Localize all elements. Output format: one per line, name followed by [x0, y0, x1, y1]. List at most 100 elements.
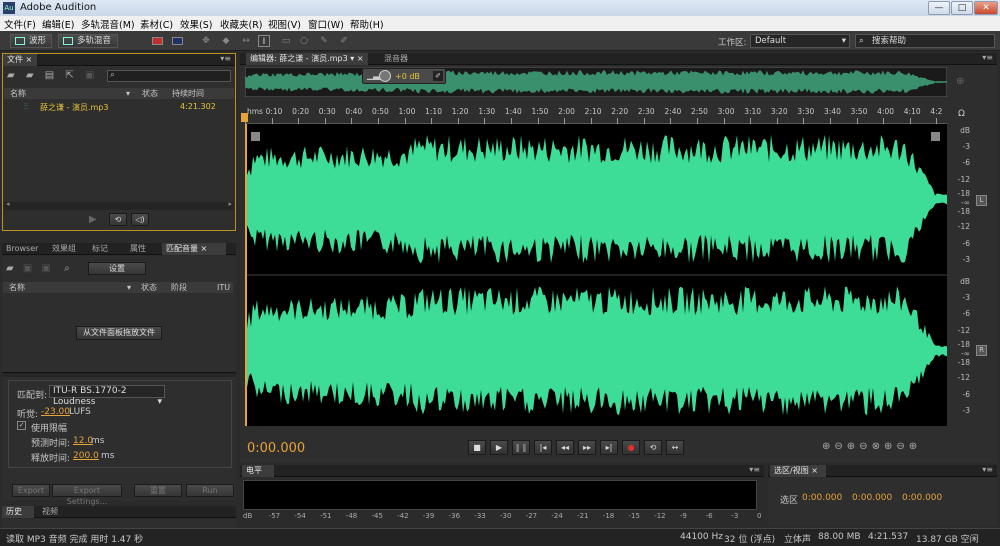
folder-open-icon[interactable]: ▰	[7, 70, 15, 81]
minimize-button[interactable]: —	[928, 1, 950, 15]
export-settings-button[interactable]: Export Settings...	[52, 484, 122, 506]
tab-mixer[interactable]: 混音器	[380, 53, 412, 65]
gain-knob[interactable]	[379, 70, 391, 82]
insert-icon[interactable]: ⇱	[65, 70, 73, 81]
settings-button[interactable]: 设置	[88, 262, 146, 275]
search-icon[interactable]: ⌕	[64, 263, 70, 274]
brush-tool-icon[interactable]: ✎	[318, 35, 330, 47]
zoom-in-point-icon[interactable]: ⊕	[884, 441, 896, 452]
tab-effects-rack[interactable]: 效果组	[48, 243, 80, 255]
spectral-frequency-icon[interactable]	[152, 37, 163, 45]
go-to-start-button[interactable]: |◂	[534, 440, 552, 455]
tab-editor[interactable]: 编辑器: 薛之谦 - 演员.mp3 ▾ ×	[246, 53, 368, 65]
workspace-select[interactable]: Default ▾	[750, 34, 850, 48]
panel-menu-icon[interactable]: ▾≡	[982, 53, 993, 62]
fast-forward-button[interactable]: ▸▸	[578, 440, 596, 455]
playhead-marker[interactable]	[241, 113, 248, 122]
panel-menu-icon[interactable]: ▾≡	[982, 465, 993, 474]
time-selection-tool-icon[interactable]: I	[258, 35, 270, 47]
autoplay-icon[interactable]: ◁)	[131, 213, 149, 226]
selection-start-value[interactable]: 0:00.000	[802, 493, 842, 503]
menu-clip[interactable]: 素材(C)	[140, 17, 173, 31]
zoom-out-time-icon[interactable]: ⊖	[859, 441, 871, 452]
spectral-pitch-icon[interactable]	[172, 37, 183, 45]
overview-waveform[interactable]	[245, 67, 947, 97]
run-button[interactable]: Run	[186, 484, 234, 497]
loop-playback-button[interactable]: ⟲	[644, 440, 662, 455]
loudness-value[interactable]: -23.00	[41, 407, 70, 417]
waveform-view-button[interactable]: 波形	[10, 34, 52, 48]
waveform-display[interactable]	[245, 124, 947, 426]
multitrack-view-button[interactable]: 多轨混音	[58, 34, 118, 48]
play-icon[interactable]: ▶	[89, 214, 97, 225]
menu-window[interactable]: 窗口(W)	[308, 17, 344, 31]
horizontal-scrollbar[interactable]: ◂ ▸	[4, 200, 234, 210]
tab-match-volume[interactable]: 匹配音量 ×	[162, 243, 226, 255]
channel-L-label[interactable]: L	[976, 195, 987, 206]
skip-selection-button[interactable]: ↔	[666, 440, 684, 455]
selection-end-value[interactable]: 0:00.000	[852, 493, 892, 503]
panel-menu-icon[interactable]: ▾≡	[749, 465, 760, 474]
reset-button[interactable]: 重置	[134, 484, 182, 497]
zoom-out-point-icon[interactable]: ⊖	[896, 441, 908, 452]
delete-icon[interactable]: ▣	[85, 70, 94, 81]
tab-history[interactable]: 历史 ×	[2, 506, 34, 528]
pin-icon[interactable]: ✐	[433, 71, 443, 81]
menu-help[interactable]: 帮助(H)	[350, 17, 384, 31]
menu-view[interactable]: 视图(V)	[268, 17, 301, 31]
tab-video[interactable]: 视频	[38, 506, 62, 518]
razor-tool-icon[interactable]: ◆	[220, 35, 232, 47]
headphones-icon[interactable]: Ω	[958, 109, 965, 119]
use-limiting-checkbox[interactable]: ✓	[17, 421, 26, 430]
zoom-in-amplitude-icon[interactable]: ⊕	[822, 441, 834, 452]
zoom-navigator-icon[interactable]: ⊕	[956, 76, 964, 87]
go-to-end-button[interactable]: ▸|	[600, 440, 618, 455]
menu-effects[interactable]: 效果(S)	[180, 17, 212, 31]
folder-open-icon[interactable]: ▰	[6, 263, 14, 274]
panel-splitter[interactable]	[2, 372, 236, 377]
import-icon[interactable]: ▰	[26, 70, 34, 81]
loop-icon[interactable]: ⟲	[109, 213, 127, 226]
match-to-select[interactable]: ITU-R BS.1770-2 Loudness ▾	[49, 385, 165, 407]
zoom-selection-icon[interactable]: ⊕	[909, 441, 921, 452]
release-value[interactable]: 200.0	[73, 451, 99, 461]
clear-icon[interactable]: ▣	[42, 263, 51, 274]
menu-favorites[interactable]: 收藏夹(R)	[220, 17, 263, 31]
maximize-button[interactable]: □	[951, 1, 973, 15]
menu-edit[interactable]: 编辑(E)	[42, 17, 74, 31]
export-button[interactable]: Export	[12, 484, 50, 497]
lasso-tool-icon[interactable]: ○	[298, 35, 310, 47]
files-search-input[interactable]: ⌕	[107, 70, 231, 82]
current-time-display[interactable]: 0:00.000	[247, 441, 305, 456]
move-tool-icon[interactable]: ✥	[200, 35, 212, 47]
close-button[interactable]: ✕	[974, 1, 998, 15]
tab-levels[interactable]: 电平 ×	[242, 465, 274, 487]
selection-duration-value[interactable]: 0:00.000	[902, 493, 942, 503]
zoom-out-amplitude-icon[interactable]: ⊖	[834, 441, 846, 452]
list-item[interactable]: ⫶⫶ 薛之谦 - 演员.mp3 4:21.302	[4, 102, 234, 114]
play-button[interactable]: ▶	[490, 440, 508, 455]
stop-button[interactable]: ■	[468, 440, 486, 455]
zoom-full-icon[interactable]: ⊗	[872, 441, 884, 452]
zoom-in-time-icon[interactable]: ⊕	[847, 441, 859, 452]
panel-menu-icon[interactable]: ▾≡	[220, 54, 231, 63]
tab-browser[interactable]: Browser	[2, 243, 42, 255]
slip-tool-icon[interactable]: ↔	[240, 35, 252, 47]
tab-files[interactable]: 文件 ×	[3, 54, 37, 66]
help-search-input[interactable]: ⌕ 搜索帮助	[855, 34, 995, 48]
menu-multitrack[interactable]: 多轨混音(M)	[81, 17, 135, 31]
hud-gain-control[interactable]: ▁▃▅ +0 dB ✐	[362, 68, 446, 84]
record-button[interactable]: ●	[622, 440, 640, 455]
tab-markers[interactable]: 标记	[88, 243, 112, 255]
tab-properties[interactable]: 属性	[126, 243, 150, 255]
channel-R-label[interactable]: R	[976, 345, 987, 356]
tab-selection-view[interactable]: 选区/视图 ×	[770, 465, 826, 477]
new-file-icon[interactable]: ▤	[45, 70, 54, 81]
marquee-tool-icon[interactable]: ▭	[280, 35, 292, 47]
spot-healing-icon[interactable]: ✐	[338, 35, 350, 47]
delete-icon[interactable]: ▣	[23, 263, 32, 274]
timeline-ruler[interactable]: hms 0:10 0:20 0:30 0:40 0:50 1:00 1:10 1:20 1:30 1…	[245, 107, 947, 124]
rewind-button[interactable]: ◂◂	[556, 440, 574, 455]
pause-button[interactable]: ❚❚	[512, 440, 530, 455]
menu-file[interactable]: 文件(F)	[4, 17, 36, 31]
